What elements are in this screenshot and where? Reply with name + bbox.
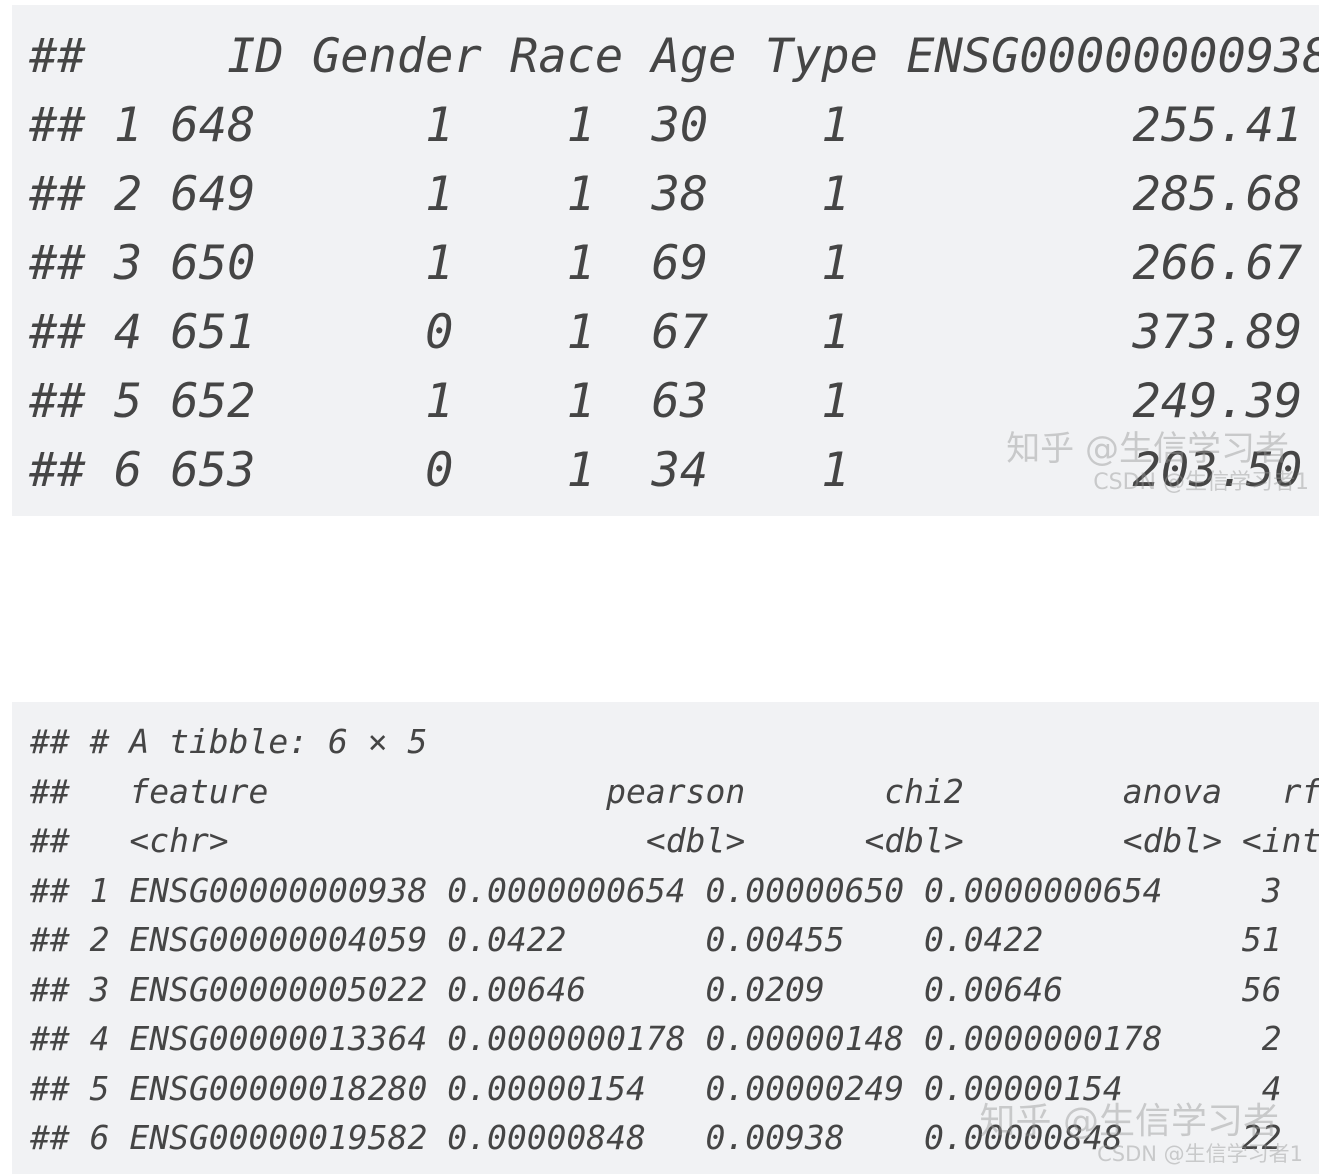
line: ## feature pearson chi2 anova rfe [30,771,1319,811]
line: ## 3 650 1 1 69 1 266.67 [29,236,1303,291]
line: ## 4 ENSG00000013364 0.0000000178 0.0000… [30,1019,1282,1058]
line: ## ID Gender Race Age Type ENSG000000009… [29,29,1319,84]
watermark-sub: CSDN @生信学习者1 [1093,470,1309,495]
watermark-sub: CSDN @生信学习者1 [1097,1142,1303,1166]
console-output-tibble: ## # A tibble: 6 × 5 ## feature pearson … [12,702,1319,1174]
line: ## 1 ENSG00000000938 0.0000000654 0.0000… [30,870,1282,910]
watermark: 知乎 @生信学习者 [1006,429,1289,469]
line: ## 2 ENSG00000004059 0.0422 0.00455 0.04… [30,920,1282,959]
console-output-dataframe: ## ID Gender Race Age Type ENSG000000009… [12,5,1319,516]
watermark: 知乎 @生信学习者 [979,1101,1279,1142]
line: ## 4 651 0 1 67 1 373.89 [29,305,1303,360]
line: ## 3 ENSG00000005022 0.00646 0.0209 0.00… [30,969,1282,1009]
line: ## 2 649 1 1 38 1 285.68 [29,167,1303,222]
line: ## <chr> <dbl> <dbl> <dbl> <int> [30,821,1319,860]
line: ## 1 648 1 1 30 1 255.41 [29,98,1303,153]
line: ## # A tibble: 6 × 5 [30,722,428,761]
